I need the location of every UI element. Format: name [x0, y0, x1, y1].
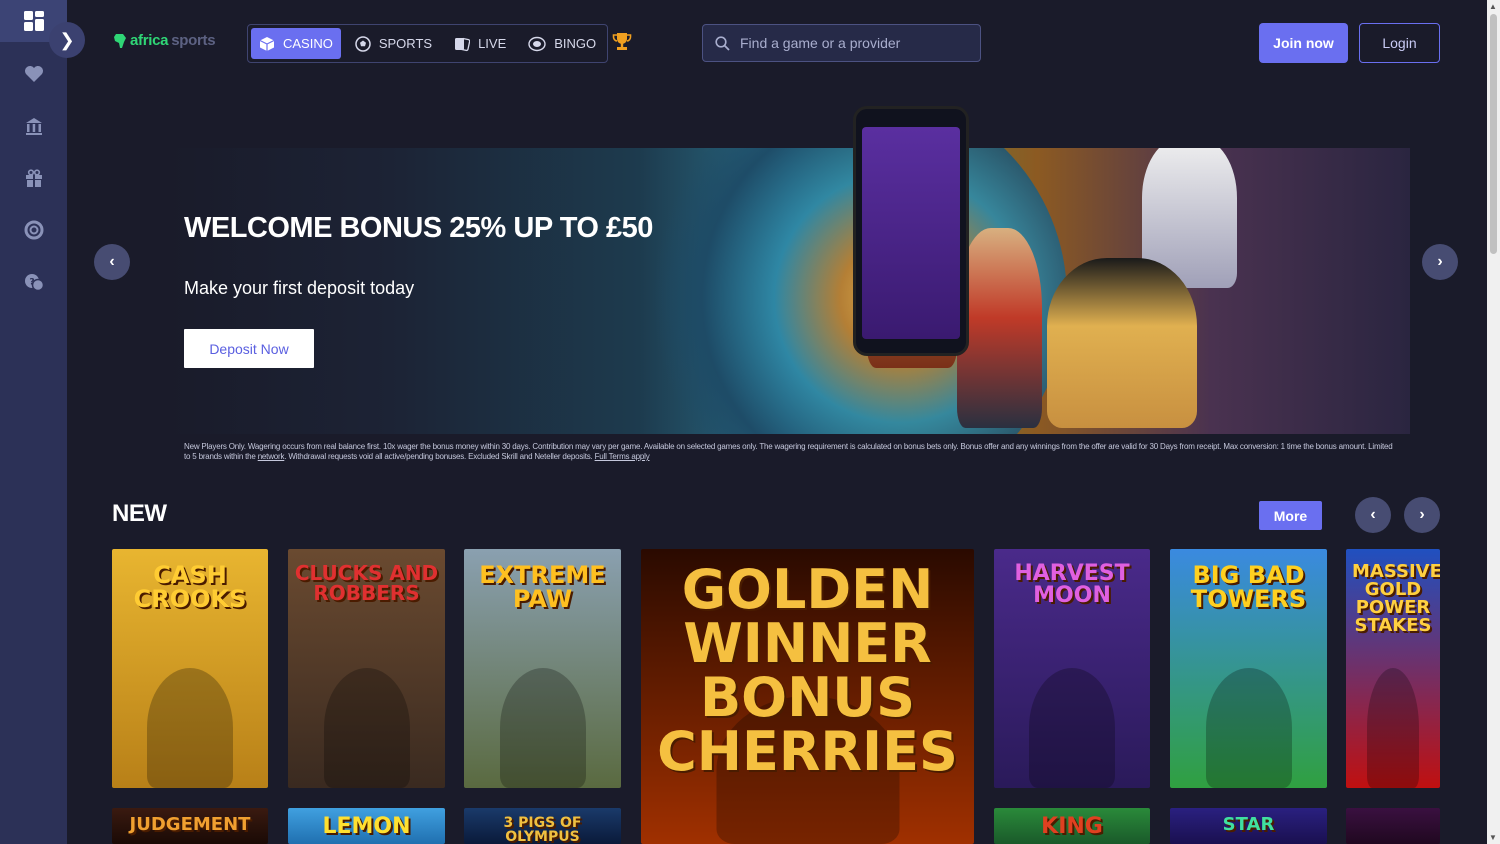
game-tile[interactable]: GOLDEN WINNER BONUS CHERRIES — [641, 549, 974, 844]
nav-casino[interactable]: CASINO — [251, 28, 341, 59]
gift-icon — [25, 169, 42, 187]
game-tile[interactable]: KING — [994, 808, 1150, 844]
game-tile-title: CLUCKS AND ROBBERS — [294, 561, 439, 605]
nav-bingo-label: BINGO — [554, 36, 597, 51]
africa-map-icon — [114, 33, 126, 48]
game-tile-artwork — [1367, 668, 1419, 788]
game-tile[interactable] — [1346, 808, 1440, 844]
game-tile-artwork — [323, 668, 410, 788]
terms-text-2: . Withdrawal requests void all active/pe… — [284, 452, 593, 461]
game-tile[interactable]: JUDGEMENT — [112, 808, 268, 844]
game-tile-artwork — [147, 668, 233, 788]
banner-subtitle: Make your first deposit today — [184, 278, 415, 298]
game-tile-title: HARVEST MOON — [1014, 561, 1130, 608]
chevron-left-icon: ‹ — [109, 253, 115, 270]
nav-live-label: LIVE — [478, 36, 507, 51]
logo-text-sports: sports — [171, 32, 216, 49]
chevron-right-icon: › — [1419, 506, 1425, 523]
terms-network-link[interactable]: network — [258, 452, 285, 461]
cards-icon — [455, 37, 471, 51]
banner-next-button[interactable]: › — [1422, 244, 1458, 280]
soccer-ball-icon — [355, 35, 371, 52]
full-terms-link[interactable]: Full Terms apply — [595, 452, 650, 461]
banner-terms: New Players Only. Wagering occurs from r… — [184, 442, 1394, 462]
chevron-right-icon: › — [1437, 253, 1443, 270]
nav-sports[interactable]: SPORTS — [347, 28, 440, 59]
grid-icon — [23, 11, 44, 31]
game-tile[interactable]: HARVEST MOON — [994, 549, 1150, 788]
product-nav: CASINO SPORTS LIVE BINGO — [247, 24, 609, 63]
game-tile-artwork — [1029, 668, 1115, 788]
chat-question-icon: ? — [24, 274, 44, 292]
game-tile[interactable]: MASSIVE GOLD POWER STAKES — [1346, 549, 1440, 788]
game-tile-title: STAR — [1222, 814, 1275, 835]
cube-icon — [259, 36, 275, 51]
game-tile-title — [1352, 808, 1434, 816]
search-input[interactable] — [740, 35, 960, 51]
login-button[interactable]: Login — [1359, 23, 1440, 63]
sidebar: ? — [0, 0, 67, 844]
game-tile-artwork — [1205, 668, 1292, 788]
nav-live[interactable]: LIVE — [446, 28, 514, 59]
sidebar-item-help[interactable]: ? — [0, 256, 67, 308]
bingo-ball-icon — [528, 36, 546, 51]
banner-artwork-cowboy — [957, 228, 1042, 428]
chevron-left-icon: ‹ — [1370, 506, 1376, 523]
more-button[interactable]: More — [1259, 501, 1322, 530]
game-tile-title: EXTREME PAW — [479, 561, 606, 613]
banner-title: WELCOME BONUS 25% UP TO £50 — [184, 212, 653, 244]
deposit-now-button[interactable]: Deposit Now — [184, 329, 314, 368]
banner-artwork-phone — [853, 106, 969, 356]
game-tile-title: GOLDEN WINNER BONUS CHERRIES — [657, 558, 958, 783]
logo-text-africa: africa — [130, 32, 169, 49]
game-tile[interactable]: 3 PIGS OF OLYMPUS — [464, 808, 621, 844]
search-box[interactable] — [702, 24, 981, 62]
game-tile-title: LEMON — [322, 814, 411, 839]
search-icon — [715, 35, 730, 51]
games-next-button[interactable]: › — [1404, 497, 1440, 533]
banner-prev-button[interactable]: ‹ — [94, 244, 130, 280]
tournaments-button[interactable] — [612, 31, 632, 59]
game-tile[interactable]: CASH CROOKS — [112, 549, 268, 788]
logo[interactable]: africa sports — [113, 32, 216, 49]
game-tile-title: CASH CROOKS — [133, 561, 247, 613]
game-tile-title: MASSIVE GOLD POWER STAKES — [1352, 561, 1440, 636]
nav-sports-label: SPORTS — [378, 36, 433, 51]
heart-icon — [24, 66, 43, 82]
nav-bingo[interactable]: BINGO — [520, 28, 604, 59]
main-content: africasports CASINO SPORTS LIVE BINGO Jo… — [67, 0, 1487, 844]
sidebar-item-favorites[interactable] — [0, 48, 67, 100]
trophy-icon — [612, 33, 632, 50]
game-tile[interactable]: STAR — [1170, 808, 1327, 844]
join-now-button[interactable]: Join now — [1259, 23, 1348, 63]
lifebuoy-icon — [24, 220, 43, 240]
nav-casino-label: CASINO — [283, 36, 333, 51]
page-scrollbar[interactable]: ▲ ▼ — [1487, 0, 1500, 844]
scrollbar-thumb[interactable] — [1490, 14, 1497, 254]
game-tile-title: KING — [1041, 814, 1103, 839]
section-title-new: NEW — [112, 500, 167, 527]
game-tile-title: BIG BAD TOWERS — [1190, 561, 1307, 613]
game-tile-title: 3 PIGS OF OLYMPUS — [503, 815, 582, 844]
game-tile[interactable]: EXTREME PAW — [464, 549, 621, 788]
expand-sidebar-button[interactable]: ❯ — [49, 22, 85, 58]
game-tile[interactable]: BIG BAD TOWERS — [1170, 549, 1327, 788]
game-tile[interactable]: CLUCKS AND ROBBERS — [288, 549, 445, 788]
sidebar-item-support[interactable] — [0, 204, 67, 256]
svg-text:?: ? — [29, 278, 34, 288]
games-prev-button[interactable]: ‹ — [1355, 497, 1391, 533]
game-tile-title: JUDGEMENT — [129, 814, 251, 835]
bank-icon — [25, 118, 42, 135]
game-tile-artwork — [499, 668, 586, 788]
sidebar-item-promotions[interactable] — [0, 152, 67, 204]
scroll-up-icon[interactable]: ▲ — [1489, 2, 1497, 11]
sidebar-item-casino[interactable] — [0, 100, 67, 152]
banner-artwork-cleopatra — [1047, 258, 1197, 428]
chevron-right-icon: ❯ — [59, 29, 75, 50]
scroll-down-icon[interactable]: ▼ — [1489, 833, 1497, 842]
game-tile[interactable]: LEMON — [288, 808, 445, 844]
